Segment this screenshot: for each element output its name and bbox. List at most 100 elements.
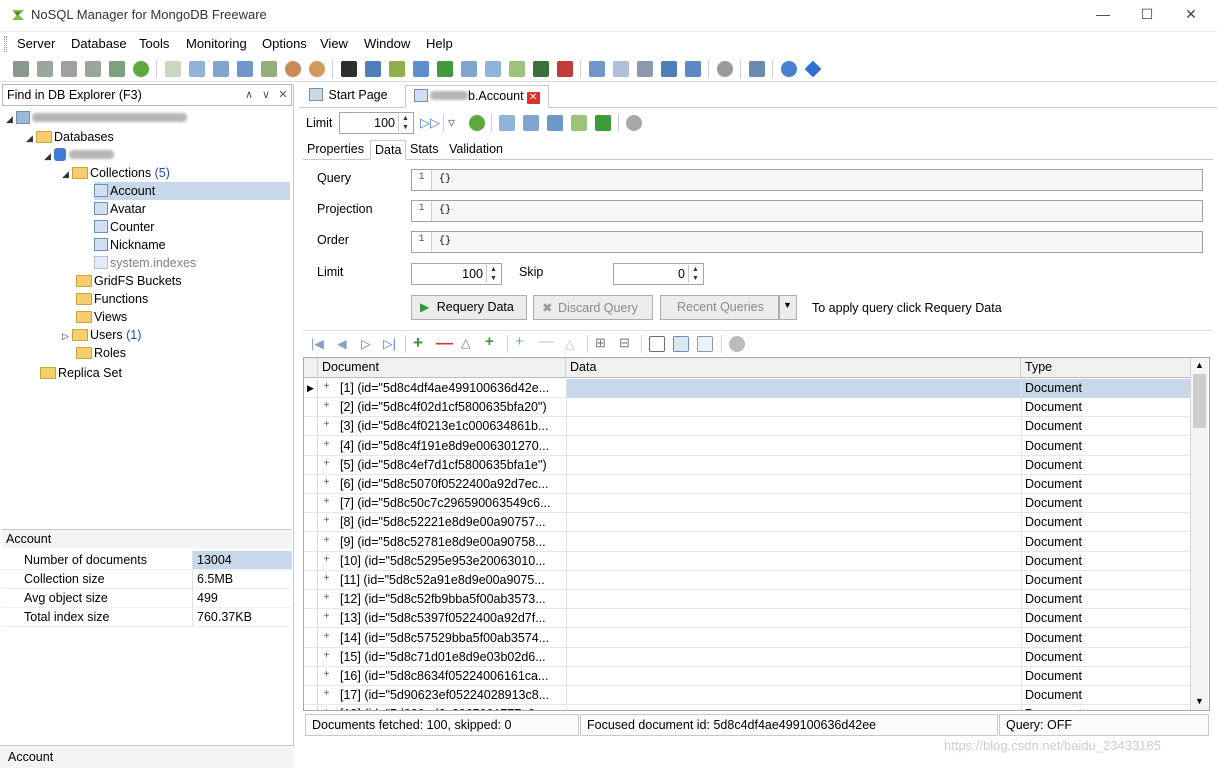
data-cell[interactable] — [566, 647, 1021, 667]
tab-data[interactable]: Data — [370, 140, 407, 160]
next-record-icon[interactable]: ▷ — [361, 336, 371, 351]
insert-value-icon[interactable]: + — [515, 333, 524, 350]
tree-server[interactable]: ◢ — [6, 109, 187, 127]
data-cell[interactable] — [566, 475, 1021, 494]
document-cell[interactable]: [18] (id="5d900ed6c2065901777e9... — [340, 707, 562, 710]
collection-data-icon[interactable] — [213, 61, 229, 77]
remove-value-icon[interactable]: — — [539, 333, 554, 350]
document-cell[interactable]: [15] (id="5d8c71d01e8d9e03b02d6... — [340, 650, 562, 664]
type-cell[interactable]: Document — [1021, 667, 1191, 686]
document-cell[interactable]: [11] (id="5d8c52a91e8d9e00a9075... — [340, 573, 562, 587]
type-cell[interactable]: Document — [1021, 590, 1191, 610]
table-row[interactable]: + [11] (id="5d8c52a91e8d9e00a9075... Docum… — [304, 571, 1192, 590]
document-cell[interactable]: [12] (id="5d8c52fb9bba5f00ab3573... — [340, 592, 562, 606]
type-cell[interactable]: Document — [1021, 686, 1191, 706]
tree-collection-account[interactable]: Account — [94, 182, 290, 200]
collapse-icon[interactable]: ◢ — [62, 165, 72, 183]
filter-icon[interactable]: ▿ — [448, 114, 455, 131]
data-cell[interactable] — [566, 590, 1021, 610]
document-cell[interactable]: [5] (id="5d8c4ef7d1cf5800635bfa1e") — [340, 458, 562, 472]
expand-node-icon[interactable]: + — [322, 497, 331, 507]
recent-queries-button[interactable]: Recent Queries — [660, 295, 779, 320]
document-cell[interactable]: [14] (id="5d8c57529bba5f00ab3574... — [340, 631, 562, 645]
sql-icon[interactable] — [389, 61, 405, 77]
menu-window[interactable]: Window — [364, 36, 410, 51]
expand-node-icon[interactable]: + — [322, 478, 331, 488]
tree-collection-system-indexes[interactable]: system.indexes — [94, 254, 196, 272]
data-cell[interactable] — [566, 571, 1021, 590]
shell-icon[interactable] — [341, 61, 357, 77]
new-database-icon[interactable] — [165, 61, 181, 77]
refresh-data-icon[interactable] — [469, 115, 485, 131]
expand-node-icon[interactable]: + — [322, 382, 331, 392]
scroll-thumb[interactable] — [1193, 374, 1206, 428]
stop-icon[interactable] — [557, 61, 573, 77]
linq-icon[interactable] — [413, 61, 429, 77]
fetch-all-icon[interactable]: ▷▷ — [420, 115, 440, 131]
prev-record-icon[interactable]: ◀ — [337, 336, 347, 351]
menu-tools[interactable]: Tools — [139, 36, 169, 51]
server-tools-icon[interactable] — [109, 61, 125, 77]
limit-stepper[interactable]: 100 ▲ ▼ — [339, 112, 414, 134]
expand-node-icon[interactable]: + — [322, 593, 331, 603]
minimize-button[interactable]: — — [1092, 5, 1114, 23]
type-cell[interactable]: Document — [1021, 609, 1191, 629]
collection-export-icon[interactable] — [571, 115, 587, 131]
collection-edit-icon[interactable] — [523, 115, 539, 131]
find-prev-icon[interactable]: ∧ — [241, 87, 257, 103]
tab-properties[interactable]: Properties — [303, 140, 368, 160]
menu-database[interactable]: Database — [71, 36, 127, 51]
data-cell[interactable] — [566, 667, 1021, 686]
expand-node-icon[interactable]: + — [322, 612, 331, 622]
collection-copy-icon[interactable] — [547, 115, 563, 131]
chart-icon[interactable] — [613, 61, 629, 77]
discard-query-button[interactable]: ✖ Discard Query — [533, 295, 653, 320]
maximize-button[interactable]: ☐ — [1136, 5, 1158, 23]
tab-validation[interactable]: Validation — [445, 140, 507, 160]
collection-props-icon[interactable] — [237, 61, 253, 77]
type-cell[interactable]: Document — [1021, 532, 1191, 552]
expand-node-icon[interactable]: + — [322, 439, 331, 450]
table-row[interactable]: + [16] (id="5d8c8634f05224006161ca... Docu… — [304, 667, 1192, 686]
close-tab-icon[interactable]: ✕ — [526, 92, 540, 104]
restore-icon[interactable] — [533, 61, 549, 77]
expand-node-icon[interactable]: + — [322, 689, 331, 699]
document-cell[interactable]: [7] (id="5d8c50c7c296590063549c6... — [340, 496, 562, 510]
col-header-data[interactable]: Data — [566, 358, 1021, 378]
tree-collection-avatar[interactable]: Avatar — [94, 200, 146, 218]
document-cell[interactable]: [9] (id="5d8c52781e8d9e00a90758... — [340, 535, 562, 549]
data-cell[interactable] — [566, 686, 1021, 706]
type-cell[interactable]: Document — [1021, 628, 1191, 648]
tree-collection-counter[interactable]: Counter — [94, 218, 154, 236]
expand-node-icon[interactable]: + — [322, 420, 331, 430]
document-cell[interactable]: [17] (id="5d90623ef05224028913c8... — [340, 688, 562, 702]
collapse-icon[interactable]: ◢ — [26, 129, 36, 147]
tree-replica-set[interactable]: Replica Set — [40, 364, 122, 382]
document-cell[interactable]: [13] (id="5d8c5397f0522400a92d7f... — [340, 611, 562, 625]
expand-node-icon[interactable]: + — [322, 458, 331, 469]
document-cell[interactable]: [2] (id="5d8c4f02d1cf5800635bfa20") — [340, 400, 562, 414]
expand-node-icon[interactable]: + — [322, 574, 331, 584]
table-row[interactable]: + [7] (id="5d8c50c7c296590063549c6... Docu… — [304, 494, 1192, 514]
expand-node-icon[interactable]: + — [322, 670, 331, 680]
script-icon[interactable] — [365, 61, 381, 77]
data-cell[interactable] — [566, 705, 1021, 710]
table-row[interactable]: + [15] (id="5d8c71d01e8d9e03b02d6... Docum… — [304, 647, 1192, 667]
tree-database[interactable]: ◢ — [44, 146, 114, 164]
table-row[interactable]: ▶ + [1] (id="5d8c4df4ae499100636d42e... Doc… — [304, 379, 1192, 398]
table-row[interactable]: + [18] (id="5d900ed6c2065901777e9... Docum… — [304, 705, 1192, 710]
type-cell[interactable]: Document — [1021, 571, 1191, 590]
data-cell[interactable] — [566, 609, 1021, 629]
type-cell[interactable]: Document — [1021, 513, 1191, 533]
edit-value-icon[interactable]: △ — [565, 336, 575, 351]
monitor-icon[interactable] — [589, 61, 605, 77]
tree-databases[interactable]: ◢ Databases — [26, 128, 114, 146]
data-cell[interactable] — [566, 455, 1021, 475]
document-cell[interactable]: [8] (id="5d8c52221e8d9e00a90757... — [340, 515, 562, 529]
table-row[interactable]: + [9] (id="5d8c52781e8d9e00a90758... Docum… — [304, 532, 1192, 552]
scroll-up-icon[interactable]: ▲ — [1195, 360, 1204, 370]
refresh-icon[interactable] — [133, 61, 149, 77]
dump-icon[interactable] — [509, 61, 525, 77]
data-cell[interactable] — [566, 436, 1021, 456]
projection-editor[interactable]: 1 {} — [411, 200, 1203, 222]
